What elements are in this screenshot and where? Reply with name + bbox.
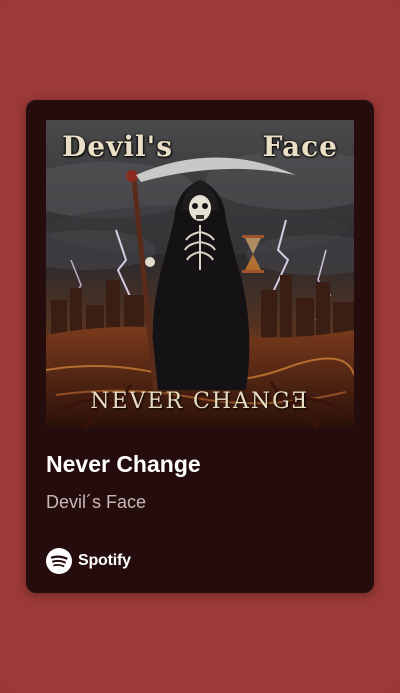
cover-art-title: Devil's Face [46,130,354,163]
album-cover[interactable]: Devil's Face NEVER CHANGƎ [46,120,354,428]
spotify-embed-card[interactable]: Devil's Face NEVER CHANGƎ Never Change D… [26,100,374,593]
spotify-brand-link[interactable]: Spotify [46,548,131,574]
cover-art-title-right: Face [262,130,338,163]
cover-art-title-left: Devil's [62,130,173,163]
spotify-brand-label: Spotify [78,552,131,569]
track-title[interactable]: Never Change [46,451,201,478]
album-cover-artwork [46,120,354,428]
track-artist[interactable]: Devil´s Face [46,492,146,513]
cover-art-subtitle: NEVER CHANGƎ [90,389,310,414]
embed-screen: Devil's Face NEVER CHANGƎ Never Change D… [0,0,400,693]
spotify-logo-icon [46,548,72,574]
